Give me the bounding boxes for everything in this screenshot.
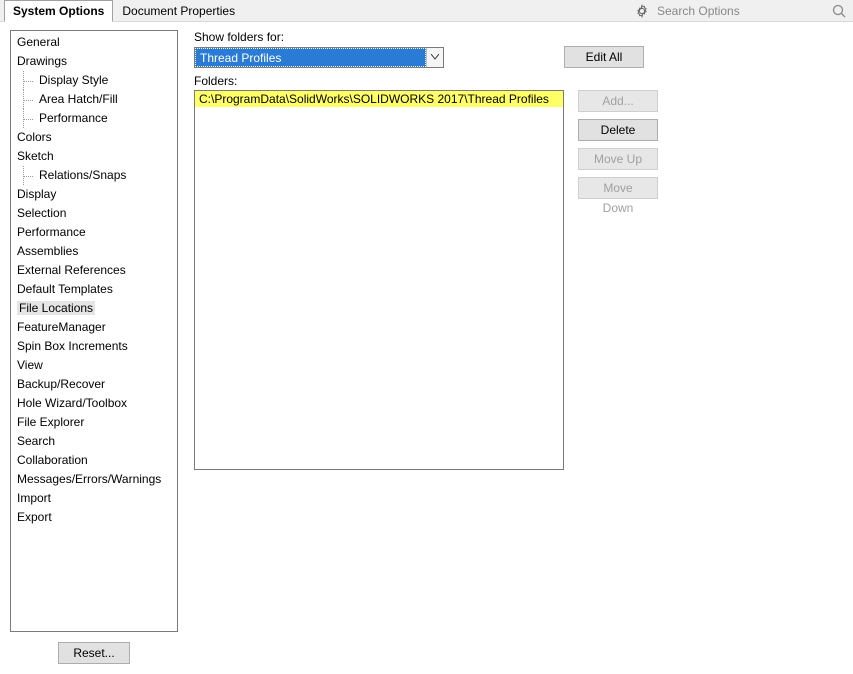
tree-item-label: Performance (17, 225, 86, 239)
tree-item[interactable]: FeatureManager (11, 318, 177, 337)
tab-label: System Options (13, 4, 104, 18)
show-folders-dropdown[interactable]: Thread Profiles (194, 47, 444, 68)
tab-system-options[interactable]: System Options (4, 0, 113, 22)
tree-item-label: General (17, 35, 60, 49)
add-button[interactable]: Add... (578, 90, 658, 112)
tree-item[interactable]: Sketch (11, 147, 177, 166)
tree-item[interactable]: Search (11, 432, 177, 451)
tree-item-label: Collaboration (17, 453, 88, 467)
dropdown-row: Thread Profiles Edit All (194, 46, 843, 68)
tree-item-label: Drawings (17, 54, 67, 68)
delete-button[interactable]: Delete (578, 119, 658, 141)
gear-icon (635, 4, 649, 18)
tree-item[interactable]: File Locations (11, 299, 177, 318)
right-column: Show folders for: Thread Profiles Edit A… (178, 30, 843, 664)
tree-item-label: File Locations (17, 301, 95, 315)
dropdown-value: Thread Profiles (195, 48, 426, 67)
reset-button[interactable]: Reset... (58, 642, 130, 664)
search-icon[interactable] (831, 3, 847, 19)
tree-item[interactable]: Performance (11, 223, 177, 242)
tree-item-label: Spin Box Increments (17, 339, 128, 353)
tree-item-label: Sketch (17, 149, 54, 163)
tree-item-label: Colors (17, 130, 52, 144)
tree-item[interactable]: Default Templates (11, 280, 177, 299)
tree-item[interactable]: Colors (11, 128, 177, 147)
tree-item-label: FeatureManager (17, 320, 106, 334)
top-tab-bar: System Options Document Properties (0, 0, 853, 22)
edit-all-button[interactable]: Edit All (564, 46, 644, 68)
tree-item[interactable]: Assemblies (11, 242, 177, 261)
tree-item[interactable]: Selection (11, 204, 177, 223)
tree-item-label: Hole Wizard/Toolbox (17, 396, 127, 410)
tree-item-label: Messages/Errors/Warnings (17, 472, 161, 486)
tree-item-label: Selection (17, 206, 66, 220)
tree-item-label: Export (17, 510, 52, 524)
chevron-down-icon (426, 48, 443, 67)
tree-item-label: Area Hatch/Fill (39, 92, 118, 106)
move-down-button[interactable]: Move Down (578, 177, 658, 199)
tree-item-label: Display Style (39, 73, 108, 87)
tree-item-label: Default Templates (17, 282, 113, 296)
tree-item[interactable]: Messages/Errors/Warnings (11, 470, 177, 489)
tree-item-label: Performance (39, 111, 108, 125)
tree-item[interactable]: Spin Box Increments (11, 337, 177, 356)
tree-item-label: External References (17, 263, 126, 277)
tree-item[interactable]: Drawings (11, 52, 177, 71)
tree-item[interactable]: Hole Wizard/Toolbox (11, 394, 177, 413)
tree-item[interactable]: Export (11, 508, 177, 527)
tab-strip: System Options Document Properties (0, 0, 244, 21)
search-input[interactable] (655, 3, 825, 19)
folders-label: Folders: (194, 74, 843, 88)
tree-item-label: Display (17, 187, 56, 201)
tree-item-label: Import (17, 491, 51, 505)
left-column: General Drawings Display Style Area Hatch/F… (10, 30, 178, 664)
category-tree[interactable]: General Drawings Display Style Area Hatch/F… (10, 30, 178, 632)
tree-item[interactable]: View (11, 356, 177, 375)
tree-item[interactable]: Display (11, 185, 177, 204)
reset-row: Reset... (10, 632, 178, 664)
show-folders-label: Show folders for: (194, 30, 843, 44)
tree-item[interactable]: Display Style (11, 71, 177, 90)
tab-label: Document Properties (122, 4, 235, 18)
tree-item-label: Search (17, 434, 55, 448)
tree-item[interactable]: Collaboration (11, 451, 177, 470)
folders-row: C:\ProgramData\SolidWorks\SOLIDWORKS 201… (194, 90, 843, 470)
folders-listbox[interactable]: C:\ProgramData\SolidWorks\SOLIDWORKS 201… (194, 90, 564, 470)
tree-item-label: View (17, 358, 43, 372)
tree-item-label: Relations/Snaps (39, 168, 126, 182)
tree-item[interactable]: Performance (11, 109, 177, 128)
tree-item-label: File Explorer (17, 415, 84, 429)
search-area (629, 0, 853, 21)
tree-item[interactable]: Area Hatch/Fill (11, 90, 177, 109)
tree-item[interactable]: Backup/Recover (11, 375, 177, 394)
move-up-button[interactable]: Move Up (578, 148, 658, 170)
folder-buttons: Add... Delete Move Up Move Down (578, 90, 658, 470)
content-area: General Drawings Display Style Area Hatch/F… (0, 22, 853, 674)
tree-item[interactable]: External References (11, 261, 177, 280)
tree-item-label: Assemblies (17, 244, 78, 258)
tree-item[interactable]: General (11, 33, 177, 52)
list-item[interactable]: C:\ProgramData\SolidWorks\SOLIDWORKS 201… (195, 91, 563, 107)
tree-item[interactable]: Relations/Snaps (11, 166, 177, 185)
tree-item[interactable]: File Explorer (11, 413, 177, 432)
tree-item[interactable]: Import (11, 489, 177, 508)
tree-item-label: Backup/Recover (17, 377, 105, 391)
tab-document-properties[interactable]: Document Properties (113, 0, 244, 21)
